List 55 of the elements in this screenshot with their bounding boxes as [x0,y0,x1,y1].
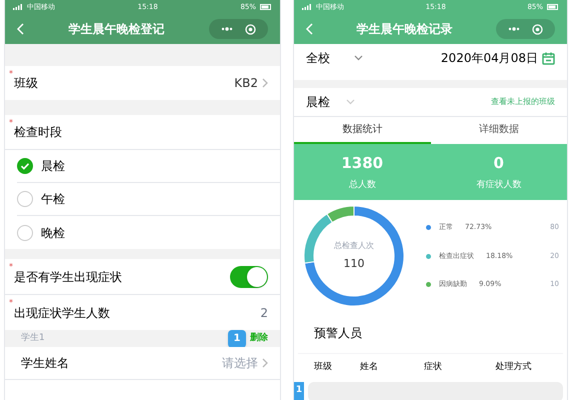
calendar-icon [542,52,555,64]
option-label[interactable]: 晚检 [41,224,65,242]
field-label: 出现症状学生人数 [14,304,111,322]
field-label: 学生姓名 [21,355,70,372]
date-field[interactable]: 2020年04月08日 [440,49,538,67]
donut-center-value: 110 [344,256,364,272]
page-title: 学生晨午晚检记录 [356,21,452,38]
donut-center-label: 总检查人次 [334,240,374,252]
more-icon [221,27,233,31]
radio-unchecked-icon[interactable] [17,191,33,207]
chevron-down-icon [346,99,355,105]
tab[interactable]: 详细数据 [430,117,567,144]
column-header: 症状 [424,361,443,374]
field-label: 检查时段 [14,124,62,141]
more-icon [508,27,520,31]
stat-value: 1380 [341,153,384,174]
field-label: 班级 [14,75,39,92]
field-value[interactable]: KB2 [234,74,258,92]
required-mark: * [9,297,14,309]
number-badge: 1 [294,382,304,400]
section-title: 预警人员 [314,324,362,342]
stat-value: 0 [494,153,504,174]
chevron-right-icon [262,78,268,88]
page-title: 学生晨午晚检登记 [68,21,164,38]
required-mark: * [9,261,14,273]
battery-icon [547,4,559,10]
field-label: 是否有学生出现症状 [14,268,123,286]
column-header: 处理方式 [494,361,532,374]
required-mark: * [9,117,14,129]
back-icon[interactable] [17,23,24,35]
scope-dropdown[interactable]: 全校 [306,49,330,67]
section-label: 学生1 [21,332,46,345]
chevron-right-icon [262,358,268,368]
required-mark: * [9,68,14,80]
capsule-menu-button[interactable] [209,19,268,39]
stat-label: 有症状人数 [476,178,522,192]
close-circle-icon [245,24,256,34]
radio-checked-icon[interactable] [17,158,33,174]
signal-icon [302,4,312,10]
field-value: 2 [260,304,268,322]
close-circle-icon [532,24,543,34]
capsule-menu-button[interactable] [496,19,555,39]
option-label[interactable]: 午检 [41,190,65,208]
toggle-switch[interactable] [230,266,268,288]
chevron-down-icon [354,55,363,61]
option-label[interactable]: 晨检 [41,157,65,175]
battery-icon [260,4,272,10]
column-header: 班级 [314,361,333,374]
back-icon[interactable] [306,23,313,35]
radio-unchecked-icon[interactable] [17,224,33,240]
signal-icon [13,4,23,10]
number-badge: 1 [228,330,246,348]
column-header: 姓名 [360,361,379,374]
stat-label: 总人数 [348,178,376,192]
period-dropdown[interactable]: 晨检 [306,93,330,111]
